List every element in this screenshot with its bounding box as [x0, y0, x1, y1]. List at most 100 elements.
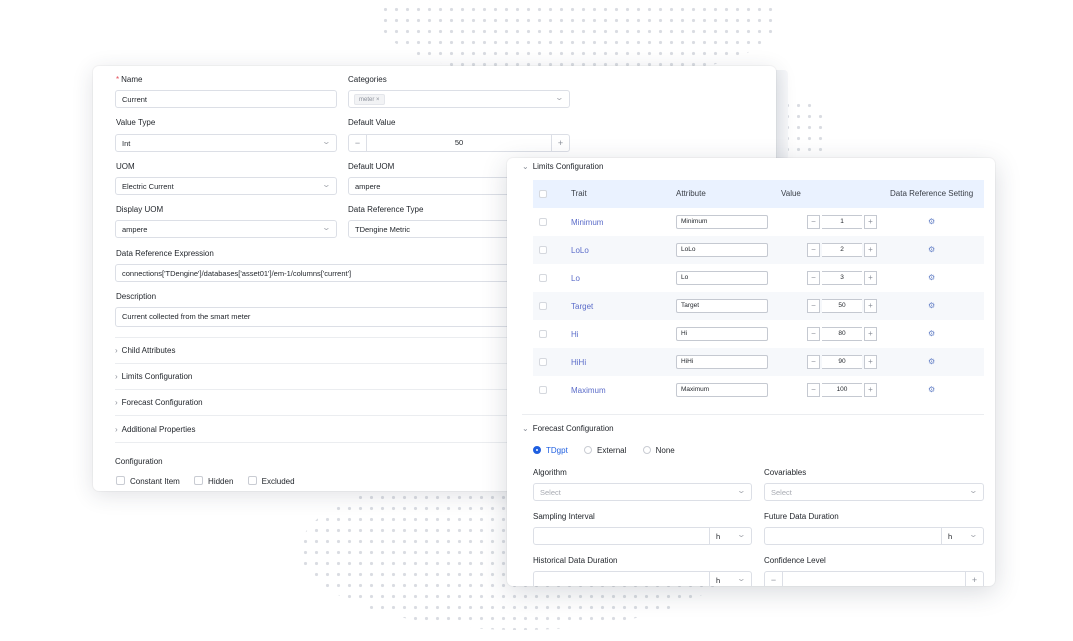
limits-table-header: Trait Attribute Value Data Reference Set… — [533, 180, 984, 208]
checkbox-icon — [116, 476, 125, 485]
value-stepper[interactable]: −50 + — [807, 299, 877, 313]
gear-icon[interactable]: ⚙ — [928, 217, 935, 226]
row-checkbox[interactable] — [539, 218, 547, 226]
name-label: * Name — [116, 75, 143, 84]
gear-icon[interactable]: ⚙ — [928, 273, 935, 282]
excluded-checkbox[interactable]: Excluded — [247, 476, 295, 486]
tag-remove-icon[interactable]: × — [376, 97, 380, 103]
section-child-attributes[interactable]: › Child Attributes — [115, 346, 175, 355]
attribute-input[interactable]: Maximum — [676, 383, 768, 397]
increment-button[interactable]: + — [551, 135, 569, 151]
gear-icon[interactable]: ⚙ — [928, 301, 935, 310]
value-stepper[interactable]: −100 + — [807, 383, 877, 397]
value-stepper[interactable]: −80 + — [807, 327, 877, 341]
categories-select[interactable]: meter × ⌄ — [348, 90, 570, 108]
data-reference-expression-input[interactable]: connections['TDengine']/databases['asset… — [115, 264, 570, 282]
increment-button[interactable]: + — [864, 327, 877, 341]
attribute-input[interactable]: Hi — [676, 327, 768, 341]
decrement-button[interactable]: − — [807, 243, 820, 257]
radio-tdgpt[interactable]: TDgpt — [533, 446, 568, 455]
table-row: Hi Hi −80 + ⚙ — [533, 320, 984, 348]
increment-button[interactable]: + — [864, 243, 877, 257]
gear-icon[interactable]: ⚙ — [928, 385, 935, 394]
row-checkbox[interactable] — [539, 302, 547, 310]
row-checkbox[interactable] — [539, 274, 547, 282]
default-uom-label: Default UOM — [348, 162, 395, 171]
increment-button[interactable]: + — [864, 271, 877, 285]
chevron-down-icon: ⌄ — [554, 93, 565, 102]
description-input[interactable]: Current collected from the smart meter — [115, 307, 570, 327]
section-additional-properties[interactable]: › Additional Properties — [115, 425, 196, 434]
display-uom-select[interactable]: ampere ⌄ — [115, 220, 337, 238]
confidence-level-stepper[interactable]: − + — [764, 571, 984, 586]
decrement-button[interactable]: − — [807, 215, 820, 229]
default-value-stepper[interactable]: − 50 + — [348, 134, 570, 152]
increment-button[interactable]: + — [965, 572, 983, 586]
limits-configuration-header[interactable]: ⌄ Limits Configuration — [522, 162, 603, 171]
constant-item-checkbox[interactable]: Constant Item — [116, 476, 180, 486]
row-checkbox[interactable] — [539, 330, 547, 338]
hidden-checkbox[interactable]: Hidden — [194, 476, 233, 486]
column-value: Value — [781, 189, 801, 198]
value-number: 3 — [822, 271, 862, 285]
decrement-button[interactable]: − — [807, 299, 820, 313]
future-data-duration-input[interactable]: h ⌄ — [764, 527, 984, 545]
gear-icon[interactable]: ⚙ — [928, 329, 935, 338]
required-mark: * — [116, 75, 120, 84]
decrement-button[interactable]: − — [807, 355, 820, 369]
attribute-input[interactable]: HiHi — [676, 355, 768, 369]
value-stepper[interactable]: −90 + — [807, 355, 877, 369]
unit-divider — [709, 528, 710, 544]
increment-button[interactable]: + — [864, 383, 877, 397]
algorithm-select[interactable]: Select ⌄ — [533, 483, 752, 501]
column-attribute: Attribute — [676, 189, 706, 198]
gear-icon[interactable]: ⚙ — [928, 357, 935, 366]
divider — [522, 414, 984, 415]
section-limits-configuration[interactable]: › Limits Configuration — [115, 372, 192, 381]
row-checkbox[interactable] — [539, 246, 547, 254]
column-data-reference-setting: Data Reference Setting — [890, 189, 974, 198]
sampling-interval-input[interactable]: h ⌄ — [533, 527, 752, 545]
chevron-down-icon: ⌄ — [968, 486, 979, 495]
attribute-input[interactable]: Lo — [676, 271, 768, 285]
radio-external[interactable]: External — [584, 446, 626, 455]
section-forecast-configuration[interactable]: › Forecast Configuration — [115, 398, 203, 407]
value-stepper[interactable]: −2 + — [807, 243, 877, 257]
unit-select[interactable]: h — [716, 576, 720, 585]
increment-button[interactable]: + — [864, 299, 877, 313]
radio-icon — [584, 446, 593, 454]
unit-divider — [709, 572, 710, 586]
sampling-interval-label: Sampling Interval — [533, 512, 595, 521]
radio-none[interactable]: None — [642, 446, 675, 455]
row-checkbox[interactable] — [539, 358, 547, 366]
decrement-button[interactable]: − — [807, 327, 820, 341]
attribute-input[interactable]: Target — [676, 299, 768, 313]
confidence-level-label: Confidence Level — [764, 556, 826, 565]
trait-name: Hi — [571, 330, 579, 339]
uom-select[interactable]: Electric Current ⌄ — [115, 177, 337, 195]
name-input[interactable]: Current — [115, 90, 337, 108]
decrement-button[interactable]: − — [765, 572, 783, 586]
value-stepper[interactable]: −1 + — [807, 215, 877, 229]
attribute-input[interactable]: Minimum — [676, 215, 768, 229]
increment-button[interactable]: + — [864, 355, 877, 369]
increment-button[interactable]: + — [864, 215, 877, 229]
decrement-button[interactable]: − — [807, 383, 820, 397]
attribute-input[interactable]: LoLo — [676, 243, 768, 257]
gear-icon[interactable]: ⚙ — [928, 245, 935, 254]
chevron-right-icon: › — [115, 425, 118, 434]
decrement-button[interactable]: − — [807, 271, 820, 285]
forecast-configuration-header[interactable]: ⌄ Forecast Configuration — [522, 424, 614, 433]
row-checkbox[interactable] — [539, 386, 547, 394]
historical-data-duration-input[interactable]: h ⌄ — [533, 571, 752, 586]
chevron-down-icon: ⌄ — [968, 530, 979, 539]
unit-select[interactable]: h — [948, 532, 952, 541]
value-stepper[interactable]: −3 + — [807, 271, 877, 285]
value-number: 50 — [822, 299, 862, 313]
select-all-checkbox[interactable] — [539, 190, 547, 198]
covariables-select[interactable]: Select ⌄ — [764, 483, 984, 501]
uom-label: UOM — [116, 162, 135, 171]
decrement-button[interactable]: − — [349, 135, 367, 151]
unit-select[interactable]: h — [716, 532, 720, 541]
value-type-select[interactable]: Int ⌄ — [115, 134, 337, 152]
